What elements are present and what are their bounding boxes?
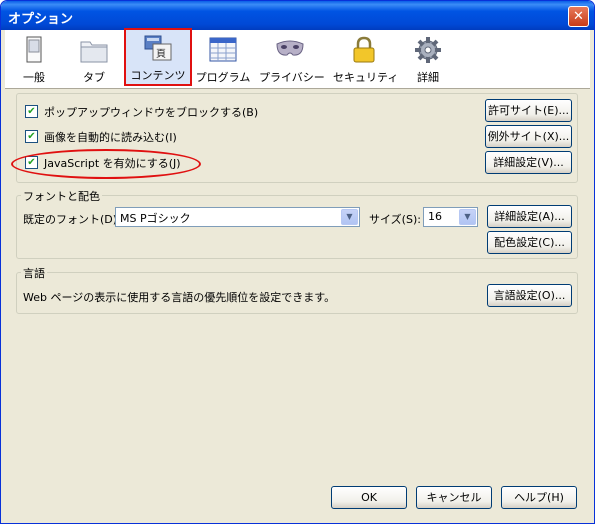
language-description: Web ページの表示に使用する言語の優先順位を設定できます。 <box>23 291 336 304</box>
font-advanced-button[interactable]: 詳細設定(A)... <box>487 205 572 228</box>
chevron-down-icon[interactable]: ▼ <box>341 209 358 225</box>
chevron-down-icon[interactable]: ▼ <box>459 209 476 225</box>
tab-privacy-label: プライバシー <box>259 71 325 84</box>
exception-sites-button[interactable]: 例外サイト(X)... <box>485 125 572 148</box>
window-title: オプション <box>8 11 74 26</box>
tab-tabs[interactable]: タブ <box>71 32 117 86</box>
close-button[interactable]: ✕ <box>568 6 589 27</box>
content-icon: 頁 <box>144 35 172 61</box>
color-settings-button[interactable]: 配色設定(C)... <box>487 231 572 254</box>
tab-security-label: セキュリティ <box>333 71 399 84</box>
fonts-colors-legend: フォントと配色 <box>21 188 102 204</box>
popup-block-label: ポップアップウィンドウをブロックする(B) <box>44 106 259 119</box>
privacy-mask-icon <box>276 40 304 56</box>
load-images-checkbox[interactable]: ✔ <box>25 130 38 143</box>
tab-privacy[interactable]: プライバシー <box>259 32 325 86</box>
javascript-highlight-ellipse <box>11 149 201 179</box>
tabs-folder-icon <box>80 41 108 63</box>
ok-button[interactable]: OK <box>331 486 407 509</box>
advanced-gear-icon <box>415 37 441 63</box>
close-icon: ✕ <box>573 9 584 24</box>
tab-advanced[interactable]: 詳細 <box>405 32 451 86</box>
tab-programs-label: プログラム <box>195 71 251 84</box>
default-font-select[interactable]: MS Pゴシック ▼ <box>115 207 360 227</box>
title-bar[interactable]: オプション ✕ <box>1 1 594 30</box>
tab-advanced-label: 詳細 <box>417 71 439 84</box>
tab-content-label: コンテンツ <box>130 69 186 82</box>
default-font-value: MS Pゴシック <box>120 212 191 225</box>
options-window: オプション ✕ 一般 タブ 頁 コンテンツ プログラム プライバシー セキュリテ… <box>0 0 595 524</box>
language-legend: 言語 <box>21 265 47 281</box>
javascript-advanced-button[interactable]: 詳細設定(V)... <box>485 151 572 174</box>
svg-text:頁: 頁 <box>156 48 166 60</box>
security-lock-icon <box>353 36 375 63</box>
allowed-sites-button[interactable]: 許可サイト(E)... <box>485 99 572 122</box>
tab-security[interactable]: セキュリティ <box>333 32 399 86</box>
help-button[interactable]: ヘルプ(H) <box>501 486 577 509</box>
font-size-value: 16 <box>428 210 442 223</box>
tab-content[interactable]: 頁 コンテンツ <box>124 28 192 86</box>
font-size-label: サイズ(S): <box>369 213 421 226</box>
tab-tabs-label: タブ <box>83 71 105 84</box>
font-size-select[interactable]: 16 ▼ <box>423 207 478 227</box>
popup-block-checkbox[interactable]: ✔ <box>25 105 38 118</box>
general-icon <box>26 36 42 63</box>
cancel-button[interactable]: キャンセル <box>416 486 492 509</box>
load-images-label: 画像を自動的に読み込む(I) <box>44 131 177 144</box>
programs-icon <box>209 37 237 62</box>
default-font-label: 既定のフォント(D): <box>23 213 121 226</box>
tab-general[interactable]: 一般 <box>11 32 57 86</box>
tab-programs[interactable]: プログラム <box>195 32 251 86</box>
language-settings-button[interactable]: 言語設定(O)... <box>487 284 572 307</box>
category-toolbar: 一般 タブ 頁 コンテンツ プログラム プライバシー セキュリティ 詳細 <box>5 28 590 89</box>
tab-general-label: 一般 <box>23 71 45 84</box>
